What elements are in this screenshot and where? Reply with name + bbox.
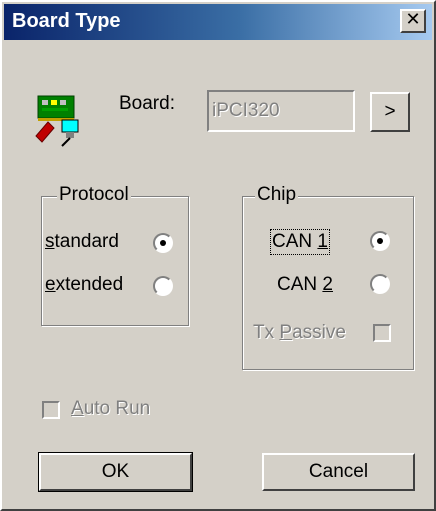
label-rest: uto Run xyxy=(83,398,151,419)
close-button[interactable]: ✕ xyxy=(400,9,426,33)
protocol-extended-label[interactable]: extended xyxy=(45,274,123,296)
mnemonic: 2 xyxy=(322,274,333,295)
board-type-dialog: Board Type ✕ Board: iPCI320 > Protocol s… xyxy=(0,0,436,511)
protocol-legend: Protocol xyxy=(57,184,131,206)
close-icon: ✕ xyxy=(405,9,421,30)
label-prefix: CAN xyxy=(272,231,318,252)
mnemonic: e xyxy=(45,274,56,295)
label-prefix: Tx xyxy=(253,322,280,343)
mnemonic: A xyxy=(71,398,84,419)
chip-can1-label[interactable]: CAN 1 xyxy=(270,229,330,255)
mnemonic: s xyxy=(45,231,55,252)
protocol-extended-radio[interactable] xyxy=(153,276,173,296)
auto-run-label: Auto Run xyxy=(71,398,150,420)
tx-passive-label: Tx Passive xyxy=(253,322,346,344)
radio-dot xyxy=(377,238,383,244)
board-browse-label: > xyxy=(384,101,396,122)
board-label: Board: xyxy=(119,93,175,114)
mnemonic: 1 xyxy=(317,231,328,252)
label-rest: xtended xyxy=(55,274,124,295)
auto-run-checkbox xyxy=(42,401,60,419)
board-browse-button[interactable]: > xyxy=(370,92,410,132)
cancel-button[interactable]: Cancel xyxy=(262,453,415,491)
board-field-value: iPCI320 xyxy=(212,100,280,121)
board-field: iPCI320 xyxy=(207,90,355,132)
board-card-icon xyxy=(32,90,84,150)
protocol-standard-label[interactable]: standard xyxy=(45,231,119,253)
chip-can2-label[interactable]: CAN 2 xyxy=(277,274,333,296)
protocol-standard-radio[interactable] xyxy=(153,233,173,253)
ok-button-label: OK xyxy=(101,461,130,482)
label-rest: tandard xyxy=(54,231,119,252)
radio-dot xyxy=(160,240,166,246)
label-prefix: CAN xyxy=(277,274,323,295)
mnemonic: P xyxy=(279,322,293,343)
chip-legend: Chip xyxy=(255,184,299,206)
protocol-group xyxy=(41,196,189,326)
ok-button[interactable]: OK xyxy=(38,452,193,492)
label-rest: assive xyxy=(292,322,346,343)
chip-can1-radio[interactable] xyxy=(370,231,390,251)
title-bar[interactable]: Board Type ✕ xyxy=(4,4,432,40)
cancel-button-label: Cancel xyxy=(308,461,369,482)
tx-passive-checkbox xyxy=(373,324,391,342)
chip-can2-radio[interactable] xyxy=(370,274,390,294)
dialog-title: Board Type xyxy=(12,10,121,32)
